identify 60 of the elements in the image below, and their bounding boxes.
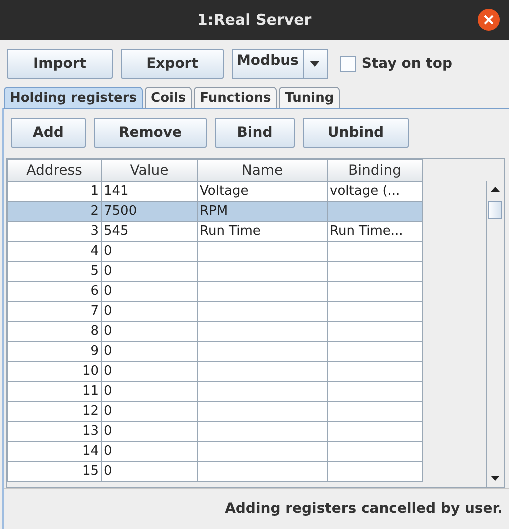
action-button[interactable]: Unbind [303, 118, 409, 148]
tab[interactable]: Coils [145, 87, 192, 108]
table-cell: 7 [8, 302, 102, 322]
column-header[interactable]: Name [198, 160, 328, 182]
table-cell: 1 [8, 182, 102, 202]
table-cell: RPM [198, 202, 328, 222]
table-cell: 0 [102, 302, 198, 322]
table-cell: Run Time [198, 222, 328, 242]
table-cell: 0 [102, 362, 198, 382]
table-cell: 0 [102, 402, 198, 422]
table-cell: 7500 [102, 202, 198, 222]
table-cell: 15 [8, 462, 102, 482]
table-cell: 0 [102, 422, 198, 442]
action-button[interactable]: Bind [215, 118, 295, 148]
table-cell: 6 [8, 282, 102, 302]
close-icon[interactable] [484, 15, 494, 25]
tab[interactable]: Holding registers [4, 87, 144, 108]
table-cell: 5 [8, 262, 102, 282]
table-cell: 141 [102, 182, 198, 202]
table-cell: 0 [102, 262, 198, 282]
table-cell: 3 [8, 222, 102, 242]
table-cell: 13 [8, 422, 102, 442]
toolbar-button[interactable]: Import [7, 48, 113, 78]
scrollbar[interactable] [486, 181, 504, 487]
table-cell: 14 [8, 442, 102, 462]
tab[interactable]: Functions [194, 87, 278, 108]
table-cell: 0 [102, 322, 198, 342]
scroll-down-icon[interactable] [491, 476, 500, 481]
scroll-up-icon[interactable] [491, 187, 500, 192]
table-cell: 545 [102, 222, 198, 242]
table-cell: 10 [8, 362, 102, 382]
action-button[interactable]: Remove [94, 118, 207, 148]
table-cell: 12 [8, 402, 102, 422]
table-cell: 0 [102, 442, 198, 462]
table-cell: 8 [8, 322, 102, 342]
window-title: 1:Real Server [197, 11, 312, 29]
scroll-thumb[interactable] [488, 201, 502, 219]
column-header[interactable]: Value [102, 160, 198, 182]
table-cell: 0 [102, 242, 198, 262]
close-button[interactable] [478, 9, 500, 31]
column-header[interactable]: Address [8, 160, 102, 182]
status-message: Adding registers cancelled by user. [225, 501, 503, 517]
table-cell: 2 [8, 202, 102, 222]
table-cell: 4 [8, 242, 102, 262]
table-cell: 0 [102, 282, 198, 302]
toolbar-button[interactable]: Export [121, 48, 224, 78]
tab[interactable]: Tuning [279, 87, 340, 108]
checkbox-label: Stay on top [362, 56, 452, 72]
stay-on-top-checkbox[interactable] [340, 56, 356, 72]
column-header[interactable]: Binding [328, 160, 422, 182]
table-cell: Run Time... [328, 222, 422, 242]
protocol-dropdown[interactable]: Modbus [232, 48, 328, 78]
table-cell: 11 [8, 382, 102, 402]
table-cell: 0 [102, 382, 198, 402]
table-cell: 0 [102, 462, 198, 482]
table-cell: voltage (... [328, 182, 422, 202]
table-cell: 9 [8, 342, 102, 362]
action-button[interactable]: Add [11, 118, 86, 148]
table-cell: 0 [102, 342, 198, 362]
table-cell: Voltage [198, 182, 328, 202]
